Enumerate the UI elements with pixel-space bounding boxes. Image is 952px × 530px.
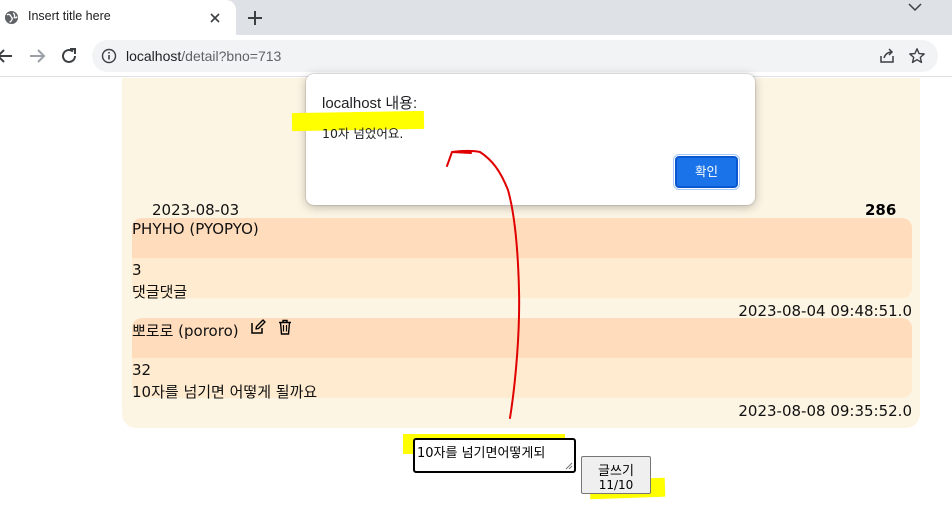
browser-toolbar: localhost/detail?bno=713 — [0, 35, 952, 77]
comment-text: 10자를 넘기면 어떻게 될까요 — [132, 383, 318, 401]
forward-arrow-icon[interactable] — [26, 45, 48, 67]
dialog-ok-button[interactable]: 확인 — [673, 154, 740, 190]
share-icon[interactable] — [878, 47, 896, 65]
comment-number: 32 — [132, 361, 152, 379]
comment-textarea[interactable]: 10자를 넘기면어떻게되 — [413, 438, 576, 473]
alert-dialog: localhost 내용: 10자 넘었어요. 확인 — [291, 74, 755, 205]
info-icon[interactable] — [101, 48, 117, 64]
post-date: 2023-08-03 — [152, 201, 240, 219]
trash-icon[interactable] — [277, 319, 293, 335]
url-text[interactable]: localhost/detail?bno=713 — [126, 48, 281, 64]
star-icon[interactable] — [908, 47, 926, 65]
comment-author: PHYHO (PYOPYO) — [132, 220, 259, 238]
textarea-value: 10자를 넘기면어떻게되 — [417, 446, 546, 461]
submit-button-label: 글쓰기 — [598, 464, 634, 479]
new-tab-icon[interactable] — [245, 8, 265, 28]
chevron-down-icon[interactable] — [906, 0, 924, 14]
comment-item: 뽀로로 (pororo) 32 10자를 넘기면 어떻게 될까요 2023-08… — [132, 318, 912, 422]
comment-body — [132, 258, 912, 298]
char-count: 11/10 — [598, 478, 634, 492]
resize-grip-icon[interactable] — [565, 462, 573, 470]
url-path: /detail?bno=713 — [181, 48, 282, 64]
submit-button[interactable]: 글쓰기 11/10 — [581, 456, 651, 494]
reload-icon[interactable] — [58, 45, 80, 67]
comment-number: 3 — [132, 261, 142, 279]
dialog-title: localhost 내용: — [322, 95, 418, 112]
comment-item: PHYHO (PYOPYO) 3 댓글댓글 2023-08-04 09:48:5… — [132, 218, 912, 320]
tab-bar: Insert title here — [0, 0, 952, 35]
url-host: localhost — [126, 48, 182, 64]
edit-icon[interactable] — [250, 319, 266, 335]
back-arrow-icon[interactable] — [0, 45, 16, 67]
post-view-count: 286 — [865, 201, 897, 219]
dialog-message: 10자 넘었어요. — [322, 126, 404, 141]
close-icon[interactable] — [206, 9, 224, 27]
tab-title: Insert title here — [28, 9, 111, 23]
address-bar[interactable]: localhost/detail?bno=713 — [92, 40, 938, 72]
comment-text: 댓글댓글 — [132, 283, 188, 301]
browser-tab[interactable]: Insert title here — [0, 0, 236, 35]
comment-author: 뽀로로 (pororo) — [132, 322, 239, 340]
comment-date: 2023-08-08 09:35:52.0 — [738, 402, 912, 420]
comment-header — [132, 318, 912, 358]
globe-icon — [4, 10, 19, 25]
